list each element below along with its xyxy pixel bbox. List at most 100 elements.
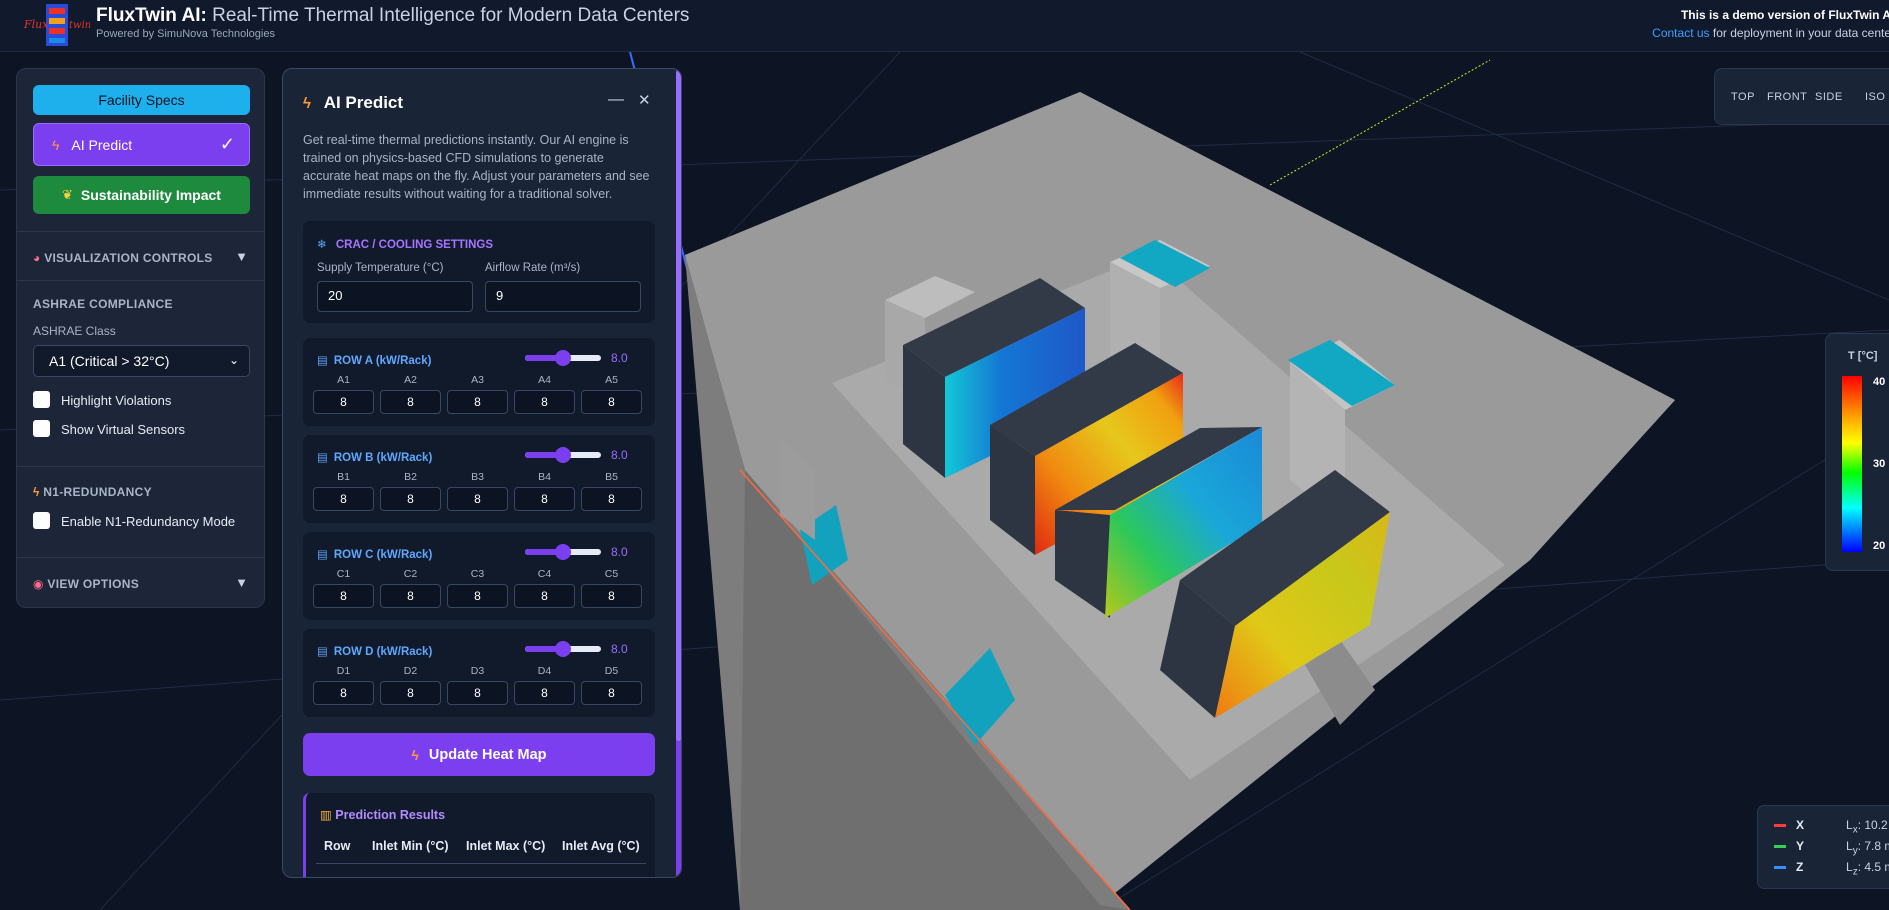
- rack-b2-input[interactable]: 8: [380, 487, 441, 511]
- minimize-icon[interactable]: —: [608, 91, 624, 109]
- update-heat-map-button[interactable]: ϟ Update Heat Map: [303, 733, 655, 776]
- row-b-slider[interactable]: [525, 447, 601, 463]
- view-iso-button[interactable]: ISO: [1865, 91, 1885, 103]
- contact-text: for deployment in your data cente: [1712, 26, 1889, 40]
- divider: [17, 280, 264, 281]
- chevron-down-icon[interactable]: ▼: [235, 249, 248, 264]
- airflow-rate-input[interactable]: 9: [485, 281, 641, 312]
- sustainability-impact-button[interactable]: ❦ Sustainability Impact: [33, 176, 250, 214]
- chevron-down-icon[interactable]: ▼: [235, 575, 248, 590]
- view-front-button[interactable]: FRONT: [1767, 91, 1807, 103]
- n1-redundancy-checkbox[interactable]: [33, 512, 50, 529]
- row-d-slider-value: 8.0: [611, 642, 628, 656]
- rack-a3-input[interactable]: 8: [447, 390, 508, 414]
- rack-c4-input[interactable]: 8: [514, 584, 575, 608]
- row-a-slider[interactable]: [525, 350, 601, 366]
- row-c-slider-knob[interactable]: [555, 544, 571, 560]
- server-icon: ▤: [317, 646, 328, 658]
- contact-link[interactable]: Contact us: [1652, 26, 1709, 40]
- scrollbar[interactable]: [676, 71, 681, 741]
- rack-c1-label: C1: [336, 568, 351, 580]
- rack-d1-input[interactable]: 8: [313, 681, 374, 705]
- colorbar-mid: 30: [1873, 458, 1886, 470]
- rack-b1-input[interactable]: 8: [313, 487, 374, 511]
- highlight-violations-label: Highlight Violations: [61, 393, 172, 408]
- view-options-toggle[interactable]: ◉ VIEW OPTIONS: [33, 577, 139, 591]
- axis-name-x: X: [1796, 818, 1805, 832]
- row-b-slider-knob[interactable]: [555, 447, 571, 463]
- rack-d5-input[interactable]: 8: [581, 681, 642, 705]
- show-virtual-sensors-checkbox[interactable]: [33, 420, 50, 437]
- rack-b5-label: B5: [605, 471, 618, 483]
- rack-c2-input[interactable]: 8: [380, 584, 441, 608]
- eye-icon: ◉: [33, 577, 44, 591]
- rack-d4-label: D4: [537, 665, 552, 677]
- axis-dim-x: Lx: 10.2 m: [1846, 818, 1889, 835]
- n1-redundancy-mode-label: Enable N1-Redundancy Mode: [61, 514, 236, 529]
- rack-b5-input[interactable]: 8: [581, 487, 642, 511]
- snowflake-icon: ❄: [317, 239, 327, 251]
- axis-swatch-z: [1774, 866, 1786, 869]
- axis-dim-y-value: : 7.8 m: [1857, 839, 1889, 853]
- row-a-slider-knob[interactable]: [555, 350, 571, 366]
- ai-predict-label: AI Predict: [71, 136, 133, 153]
- check-icon: ✓: [219, 134, 235, 154]
- view-top-button[interactable]: TOP: [1731, 91, 1755, 103]
- rack-b4-input[interactable]: 8: [514, 487, 575, 511]
- row-b-title-text: ROW B (kW/Rack): [333, 452, 433, 464]
- supply-temperature-input[interactable]: 20: [317, 281, 473, 312]
- row-d-slider[interactable]: [525, 641, 601, 657]
- rack-d2-input[interactable]: 8: [380, 681, 441, 705]
- rack-d3-input[interactable]: 8: [447, 681, 508, 705]
- crac-settings-card: ❄ CRAC / COOLING SETTINGS Supply Tempera…: [303, 221, 655, 323]
- rack-d1-label: D1: [336, 665, 351, 677]
- axis-name-z: Z: [1796, 860, 1804, 874]
- col-header-inlet-max: Inlet Max (°C): [466, 839, 546, 853]
- highlight-violations-checkbox[interactable]: [33, 391, 50, 408]
- rack-a5-label: A5: [605, 374, 618, 386]
- palette-icon: ◕: [33, 251, 41, 265]
- axis-dim-z-value: : 4.5 m: [1857, 860, 1889, 874]
- chevron-down-icon: ⌄: [228, 353, 239, 367]
- rack-a4-input[interactable]: 8: [514, 390, 575, 414]
- rack-c5-label: C5: [604, 568, 619, 580]
- axis-dim-z: Lz: 4.5 m: [1846, 860, 1889, 877]
- left-control-panel: Facility Specs ϟ AI Predict ✓ ❦ Sustaina…: [16, 68, 265, 608]
- rack-d2-label: D2: [403, 665, 418, 677]
- rack-d5-label: D5: [604, 665, 619, 677]
- svg-text:Flux: Flux: [23, 18, 49, 31]
- row-c-title-text: ROW C (kW/Rack): [333, 549, 433, 561]
- axis-dim-x-label: L: [1846, 818, 1853, 832]
- rack-d4-input[interactable]: 8: [514, 681, 575, 705]
- row-b-title: ▤ ROW B (kW/Rack): [317, 450, 432, 464]
- app-title: FluxTwin AI: Real-Time Thermal Intellige…: [96, 5, 689, 27]
- ashrae-class-select[interactable]: A1 (Critical > 32°C) ⌄: [33, 345, 250, 377]
- row-c-title: ▤ ROW C (kW/Rack): [317, 547, 432, 561]
- leaf-icon: ❦: [62, 187, 73, 202]
- axis-dim-y: Ly: 7.8 m: [1846, 839, 1889, 856]
- rack-a5-input[interactable]: 8: [581, 390, 642, 414]
- axis-name-y: Y: [1796, 839, 1805, 853]
- rack-a1-input[interactable]: 8: [313, 390, 374, 414]
- rack-c5-input[interactable]: 8: [581, 584, 642, 608]
- server-icon: ▤: [317, 452, 328, 464]
- row-a-title-text: ROW A (kW/Rack): [333, 355, 432, 367]
- crac-settings-title-text: CRAC / COOLING SETTINGS: [335, 239, 494, 251]
- ai-predict-button[interactable]: ϟ AI Predict ✓: [33, 123, 250, 166]
- rack-b3-input[interactable]: 8: [447, 487, 508, 511]
- close-icon[interactable]: ✕: [638, 91, 651, 109]
- row-c-slider[interactable]: [525, 544, 601, 560]
- facility-specs-button[interactable]: Facility Specs: [33, 85, 250, 115]
- n1-redundancy-title: ϟ N1-REDUNDANCY: [33, 485, 152, 499]
- row-d-slider-knob[interactable]: [555, 641, 571, 657]
- n1-redundancy-label: N1-REDUNDANCY: [43, 485, 152, 499]
- visualization-controls-toggle[interactable]: ◕ VISUALIZATION CONTROLS: [33, 251, 213, 265]
- col-header-inlet-min: Inlet Min (°C): [372, 839, 449, 853]
- table-header-divider: [316, 863, 646, 864]
- view-side-button[interactable]: SIDE: [1815, 91, 1843, 103]
- update-heat-map-label: Update Heat Map: [428, 746, 547, 763]
- rack-c3-input[interactable]: 8: [447, 584, 508, 608]
- view-buttons-bar: TOP FRONT SIDE ISO: [1714, 68, 1889, 125]
- rack-c1-input[interactable]: 8: [313, 584, 374, 608]
- rack-a2-input[interactable]: 8: [380, 390, 441, 414]
